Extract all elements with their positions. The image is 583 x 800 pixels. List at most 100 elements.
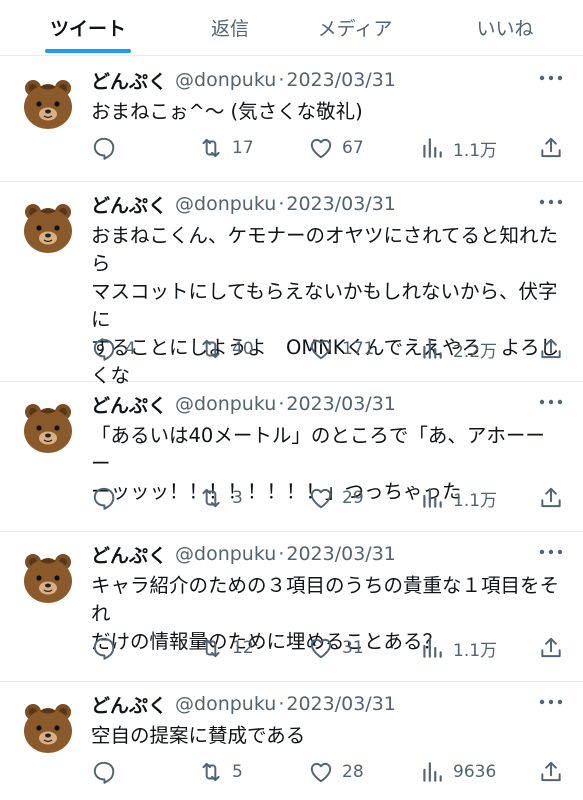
reply-button[interactable] xyxy=(91,133,125,163)
separator-dot: · xyxy=(278,393,285,415)
tab-replies[interactable]: 返信 xyxy=(190,0,270,54)
tab-media[interactable]: メディア xyxy=(305,0,405,54)
retweet-button[interactable]: 3 xyxy=(198,483,243,513)
bear-avatar[interactable] xyxy=(20,550,76,606)
display-name[interactable]: どんぷく xyxy=(91,391,167,418)
tweet[interactable]: どんぷく @donpuku · 2023/03/31 キャラ紹介のための３項目の… xyxy=(0,532,583,682)
views-button[interactable]: 1.1万 xyxy=(419,133,497,163)
display-name[interactable]: どんぷく xyxy=(91,691,167,718)
views-button[interactable]: 9636 xyxy=(419,757,496,787)
analytics-icon xyxy=(423,339,442,359)
like-count: 171 xyxy=(342,339,375,359)
reply-button[interactable] xyxy=(91,483,125,513)
user-handle[interactable]: @donpuku xyxy=(175,693,276,715)
tweet-header: どんぷく @donpuku · 2023/03/31 xyxy=(91,190,396,218)
retweet-count: 5 xyxy=(232,762,243,782)
reply-icon xyxy=(93,761,115,784)
like-button[interactable]: 31 xyxy=(308,633,364,663)
retweet-icon xyxy=(202,488,220,508)
share-button[interactable] xyxy=(538,483,564,513)
display-name[interactable]: どんぷく xyxy=(91,541,167,568)
heart-icon xyxy=(310,488,332,509)
like-button[interactable]: 29 xyxy=(308,483,364,513)
views-count: 1.1万 xyxy=(453,490,498,511)
more-options-icon[interactable] xyxy=(538,74,564,82)
analytics-icon xyxy=(423,488,442,508)
like-count: 67 xyxy=(342,138,364,158)
display-name[interactable]: どんぷく xyxy=(91,67,167,94)
like-count: 28 xyxy=(342,762,364,782)
more-options-icon[interactable] xyxy=(538,698,564,706)
more-options-icon[interactable] xyxy=(538,548,564,556)
like-button[interactable]: 67 xyxy=(308,133,364,163)
retweet-icon xyxy=(202,638,220,658)
share-button[interactable] xyxy=(538,757,564,787)
heart-icon xyxy=(310,762,332,783)
tweet-header: どんぷく @donpuku · 2023/03/31 xyxy=(91,540,396,568)
retweet-button[interactable]: 5 xyxy=(198,757,243,787)
share-icon xyxy=(541,761,561,782)
views-count: 1.1万 xyxy=(453,140,498,161)
share-icon xyxy=(541,338,561,359)
tweet-date[interactable]: 2023/03/31 xyxy=(286,69,396,91)
bear-avatar[interactable] xyxy=(20,200,76,256)
retweet-button[interactable]: 12 xyxy=(198,633,254,663)
user-handle[interactable]: @donpuku xyxy=(175,193,276,215)
separator-dot: · xyxy=(278,193,285,215)
user-handle[interactable]: @donpuku xyxy=(175,543,276,565)
share-icon xyxy=(541,637,561,658)
share-button[interactable] xyxy=(538,334,564,364)
user-handle[interactable]: @donpuku xyxy=(175,393,276,415)
views-button[interactable]: 1.1万 xyxy=(419,483,497,513)
tweet-date[interactable]: 2023/03/31 xyxy=(286,693,396,715)
views-count: 9636 xyxy=(453,762,497,782)
like-count: 29 xyxy=(342,488,364,508)
retweet-count: 3 xyxy=(232,488,243,508)
reply-icon xyxy=(93,487,115,510)
bear-avatar[interactable] xyxy=(20,400,76,456)
bear-avatar[interactable] xyxy=(20,700,76,756)
more-options-icon[interactable] xyxy=(538,198,564,206)
reply-icon xyxy=(93,137,115,160)
tweet[interactable]: どんぷく @donpuku · 2023/03/31 「あるいは40メートル」の… xyxy=(0,382,583,532)
active-tab-indicator xyxy=(45,49,131,53)
tweet-actions: 4 40 171 2.2万 xyxy=(91,334,563,364)
views-button[interactable]: 1.1万 xyxy=(419,633,497,663)
like-count: 31 xyxy=(342,638,364,658)
retweet-icon xyxy=(202,138,220,158)
retweet-button[interactable]: 40 xyxy=(198,334,254,364)
like-button[interactable]: 171 xyxy=(308,334,374,364)
reply-button[interactable] xyxy=(91,757,125,787)
tweet-text: おまねこくん、ケモナーのオヤツにされてると知れたら マスコットにしてもらえないか… xyxy=(91,224,560,387)
tweet[interactable]: どんぷく @donpuku · 2023/03/31 おまねこぉ^〜 (気さくな… xyxy=(0,58,583,182)
more-options-icon[interactable] xyxy=(538,398,564,406)
tab-tweets[interactable]: ツイート xyxy=(45,0,131,54)
tweet[interactable]: どんぷく @donpuku · 2023/03/31 空自の提案に賛成である 5… xyxy=(0,682,583,800)
separator-dot: · xyxy=(278,543,285,565)
reply-button[interactable]: 4 xyxy=(91,334,136,364)
reply-icon xyxy=(93,338,115,361)
tweet-actions: 17 67 1.1万 xyxy=(91,133,563,163)
tweet-text: おまねこぉ^〜 (気さくな敬礼) xyxy=(91,100,363,123)
tweet-date[interactable]: 2023/03/31 xyxy=(286,393,396,415)
tweet-header: どんぷく @donpuku · 2023/03/31 xyxy=(91,690,396,718)
separator-dot: · xyxy=(278,69,285,91)
tweet-date[interactable]: 2023/03/31 xyxy=(286,543,396,565)
user-handle[interactable]: @donpuku xyxy=(175,69,276,91)
share-button[interactable] xyxy=(538,633,564,663)
tweet-actions: 5 28 9636 xyxy=(91,757,563,787)
tweet[interactable]: どんぷく @donpuku · 2023/03/31 おまねこくん、ケモナーのオ… xyxy=(0,182,583,387)
bear-avatar[interactable] xyxy=(20,76,76,132)
retweet-button[interactable]: 17 xyxy=(198,133,254,163)
share-button[interactable] xyxy=(538,133,564,163)
share-icon xyxy=(541,487,561,508)
tweet-date[interactable]: 2023/03/31 xyxy=(286,193,396,215)
retweet-icon xyxy=(202,762,220,782)
analytics-icon xyxy=(423,638,442,658)
views-button[interactable]: 2.2万 xyxy=(419,334,497,364)
display-name[interactable]: どんぷく xyxy=(91,191,167,218)
tab-likes[interactable]: いいね xyxy=(460,0,550,54)
reply-button[interactable] xyxy=(91,633,125,663)
views-count: 1.1万 xyxy=(453,640,498,661)
like-button[interactable]: 28 xyxy=(308,757,364,787)
